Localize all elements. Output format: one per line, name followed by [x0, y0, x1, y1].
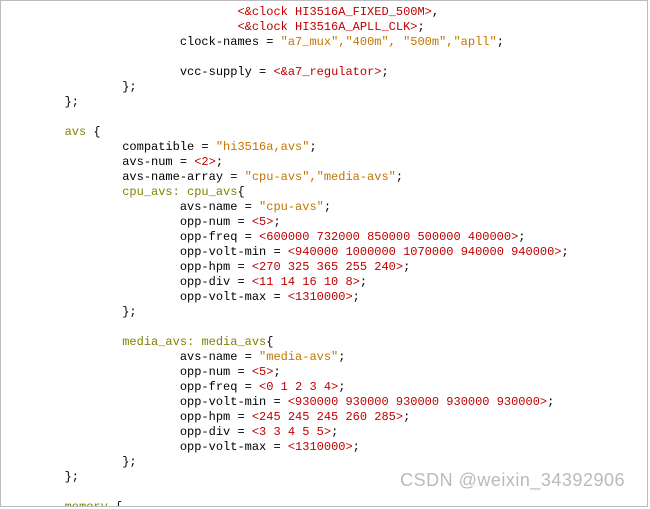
avs-compatible: "hi3516a,avs" — [216, 140, 310, 154]
cpu-opp-hpm: <270 325 365 255 240> — [252, 260, 403, 274]
media-opp-volt-max: <1310000> — [288, 440, 353, 454]
clock-names-value: "a7_mux","400m", "500m","apll" — [281, 35, 497, 49]
avs-name-array: "cpu-avs","media-avs" — [245, 170, 396, 184]
avs-label: avs — [65, 125, 87, 139]
vcc-supply-value: <&a7_regulator> — [273, 65, 381, 79]
cpu-avs-label-1: cpu_avs: — [122, 185, 180, 199]
memory-label: memory — [65, 500, 108, 507]
avs-num: <2> — [194, 155, 216, 169]
cpu-opp-volt-min: <940000 1000000 1070000 940000 940000> — [288, 245, 562, 259]
clock-ref-2: <&clock HI3516A_APLL_CLK> — [237, 20, 417, 34]
code-frame: <&clock HI3516A_FIXED_500M>, <&clock HI3… — [0, 0, 648, 507]
media-opp-num: <5> — [252, 365, 274, 379]
media-opp-hpm: <245 245 245 260 285> — [252, 410, 403, 424]
cpu-opp-volt-max: <1310000> — [288, 290, 353, 304]
media-opp-volt-min: <930000 930000 930000 930000 930000> — [288, 395, 547, 409]
media-opp-freq: <0 1 2 3 4> — [259, 380, 338, 394]
media-avs-label-2: media_avs — [201, 335, 266, 349]
code-block: <&clock HI3516A_FIXED_500M>, <&clock HI3… — [7, 5, 641, 507]
clock-ref-1: <&clock HI3516A_FIXED_500M> — [237, 5, 431, 19]
media-avs-label-1: media_avs: — [122, 335, 194, 349]
cpu-opp-num: <5> — [252, 215, 274, 229]
media-opp-div: <3 3 4 5 5> — [252, 425, 331, 439]
cpu-avs-name: "cpu-avs" — [259, 200, 324, 214]
cpu-avs-label-2: cpu_avs — [187, 185, 237, 199]
media-avs-name: "media-avs" — [259, 350, 338, 364]
cpu-opp-div: <11 14 16 10 8> — [252, 275, 360, 289]
cpu-opp-freq: <600000 732000 850000 500000 400000> — [259, 230, 518, 244]
